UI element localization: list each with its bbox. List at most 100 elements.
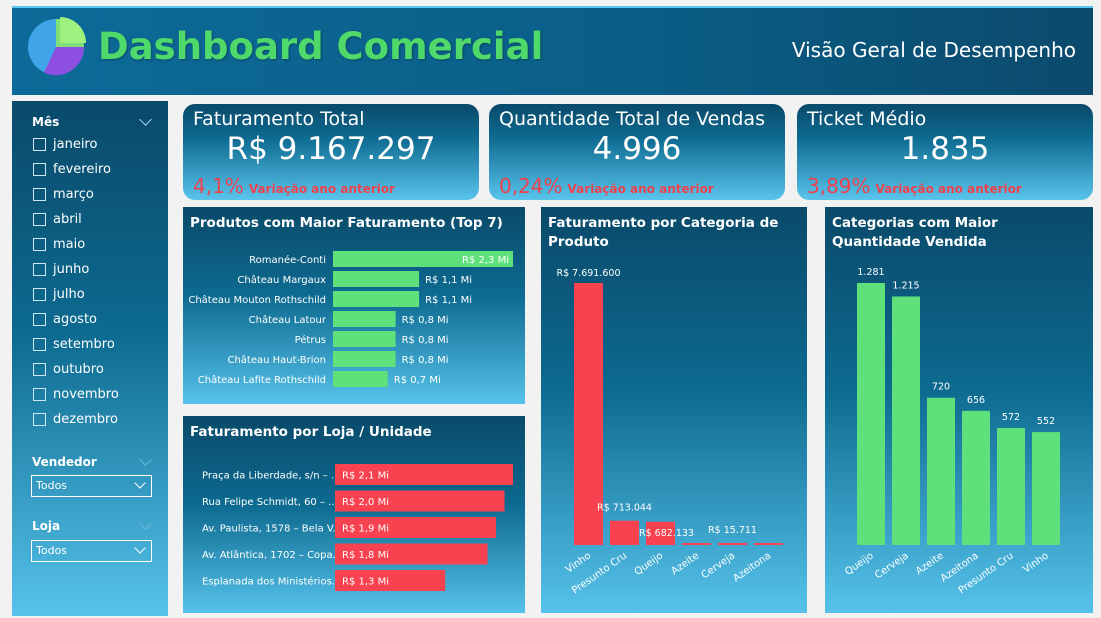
- data-label: R$ 1,9 Mi: [342, 524, 389, 535]
- checkbox-icon[interactable]: [33, 262, 46, 276]
- month-option-label: dezembro: [53, 411, 118, 427]
- month-option-label: setembro: [53, 336, 115, 352]
- month-option-janeiro[interactable]: janeiro: [33, 135, 97, 153]
- bar: [333, 331, 396, 347]
- category-label: Pétrus: [295, 334, 326, 346]
- kpi-card-total-sales: Quantidade Total de Vendas 4.996 0,24% V…: [489, 104, 785, 200]
- month-option-fevereiro[interactable]: fevereiro: [33, 160, 111, 178]
- data-label: R$ 1,1 Mi: [425, 295, 472, 306]
- category-label: Château Latour: [249, 314, 327, 326]
- store-slicer-title: Loja: [32, 519, 61, 533]
- checkbox-icon[interactable]: [33, 237, 46, 251]
- month-option-label: fevereiro: [53, 161, 111, 177]
- category-label: Vinho: [564, 550, 593, 575]
- seller-slicer-chevron-icon[interactable]: [139, 453, 152, 466]
- data-label: R$ 0,8 Mi: [402, 315, 449, 326]
- bar: [857, 283, 885, 545]
- kpi-delta-label: Variação ano anterior: [248, 182, 396, 196]
- checkbox-icon[interactable]: [33, 212, 46, 226]
- kpi-delta-label: Variação ano anterior: [875, 182, 1022, 196]
- month-option-label: junho: [53, 261, 90, 277]
- bar: [1032, 432, 1060, 545]
- bar: [682, 543, 711, 545]
- month-option-março[interactable]: março: [33, 185, 94, 203]
- month-slicer-chevron-icon[interactable]: [139, 113, 152, 126]
- seller-dropdown[interactable]: Todos: [31, 475, 152, 497]
- pie-chart-logo-icon: [28, 17, 86, 76]
- chevron-down-icon: [134, 477, 146, 489]
- data-label: R$ 682.133: [639, 528, 694, 539]
- checkbox-icon[interactable]: [33, 137, 46, 151]
- kpi-delta-label: Variação ano anterior: [567, 182, 714, 196]
- kpi-card-total-revenue: Faturamento Total R$ 9.167.297 4,1% Vari…: [183, 104, 479, 200]
- category-label: Vinho: [1021, 550, 1050, 575]
- data-label: 552: [1037, 416, 1055, 427]
- bar: [333, 371, 388, 387]
- month-option-agosto[interactable]: agosto: [33, 310, 97, 328]
- checkbox-icon[interactable]: [33, 412, 46, 426]
- top-products-bar-chart: Romanée-Conti R$ 2,3 Mi Château Margaux R$ …: [188, 251, 513, 387]
- data-label: 1.281: [857, 267, 884, 278]
- data-label: R$ 2,1 Mi: [342, 471, 389, 482]
- category-revenue-chart-card: Faturamento por Categoria de Produto R$ …: [541, 207, 807, 613]
- kpi-title: Ticket Médio: [807, 108, 927, 130]
- data-label: R$ 1,8 Mi: [342, 550, 389, 561]
- checkbox-icon[interactable]: [33, 337, 46, 351]
- category-label: Queijo: [843, 550, 876, 577]
- bar: [754, 543, 783, 545]
- month-option-setembro[interactable]: setembro: [33, 335, 115, 353]
- top-products-chart-card: Produtos com Maior Faturamento (Top 7) R…: [183, 207, 525, 404]
- data-label: R$ 2,0 Mi: [342, 497, 389, 508]
- category-label: Château Lafite Rothschild: [198, 374, 326, 386]
- kpi-value: 4.996: [592, 131, 682, 167]
- data-label: R$ 0,7 Mi: [394, 375, 441, 386]
- store-revenue-chart-card: Faturamento por Loja / Unidade Praça da …: [183, 416, 525, 613]
- data-label: R$ 713.044: [597, 503, 652, 514]
- kpi-delta-percent: 4,1%: [193, 174, 244, 198]
- category-label: Cerveja: [873, 550, 911, 581]
- kpi-value: R$ 9.167.297: [226, 131, 436, 167]
- bar: [962, 410, 990, 545]
- category-label: Romanée-Conti: [249, 254, 326, 266]
- month-option-label: março: [53, 186, 94, 202]
- month-option-maio[interactable]: maio: [33, 235, 85, 253]
- month-option-dezembro[interactable]: dezembro: [33, 410, 118, 428]
- month-option-abril[interactable]: abril: [33, 210, 82, 228]
- bar: [333, 271, 420, 287]
- category-quantity-column-chart: 1.281Queijo1.215Cerveja720Azeite656Azeit…: [843, 267, 1060, 596]
- checkbox-icon[interactable]: [33, 312, 46, 326]
- category-label: Château Mouton Rothschild: [188, 294, 326, 306]
- data-label: 656: [967, 395, 985, 406]
- checkbox-icon[interactable]: [33, 187, 46, 201]
- kpi-card-average-ticket: Ticket Médio 1.835 3,89% Variação ano an…: [797, 104, 1093, 200]
- seller-dropdown-value: Todos: [36, 479, 68, 492]
- data-label: R$ 7.691.600: [556, 268, 620, 279]
- bar: [333, 291, 420, 307]
- category-label: Esplanada dos Ministérios...: [202, 576, 341, 588]
- store-slicer-chevron-icon[interactable]: [139, 517, 152, 530]
- kpi-delta-percent: 3,89%: [807, 174, 871, 198]
- category-label: Château Haut-Brion: [227, 354, 326, 366]
- checkbox-icon[interactable]: [33, 287, 46, 301]
- month-option-label: janeiro: [53, 136, 98, 152]
- checkbox-icon[interactable]: [33, 362, 46, 376]
- data-label: R$ 1,1 Mi: [425, 275, 472, 286]
- checkbox-icon[interactable]: [33, 387, 46, 401]
- category-label: Rua Felipe Schmidt, 60 – ...: [202, 497, 338, 508]
- month-option-novembro[interactable]: novembro: [33, 385, 119, 403]
- month-option-junho[interactable]: junho: [33, 260, 89, 278]
- kpi-title: Quantidade Total de Vendas: [499, 108, 765, 130]
- checkbox-icon[interactable]: [33, 162, 46, 176]
- month-option-julho[interactable]: julho: [33, 285, 85, 303]
- bar: [333, 351, 396, 367]
- seller-slicer-title: Vendedor: [32, 455, 97, 469]
- category-label: Praça da Liberdade, s/n – ...: [202, 471, 340, 482]
- dashboard-title: Dashboard Comercial: [98, 25, 544, 68]
- dashboard-subtitle: Visão Geral de Desempenho: [791, 38, 1076, 62]
- store-dropdown[interactable]: Todos: [31, 540, 152, 562]
- category-label: Queijo: [633, 550, 666, 577]
- bar: [892, 296, 920, 545]
- data-label: R$ 1,3 Mi: [342, 577, 389, 588]
- month-option-outubro[interactable]: outubro: [33, 360, 104, 378]
- bar: [718, 543, 747, 545]
